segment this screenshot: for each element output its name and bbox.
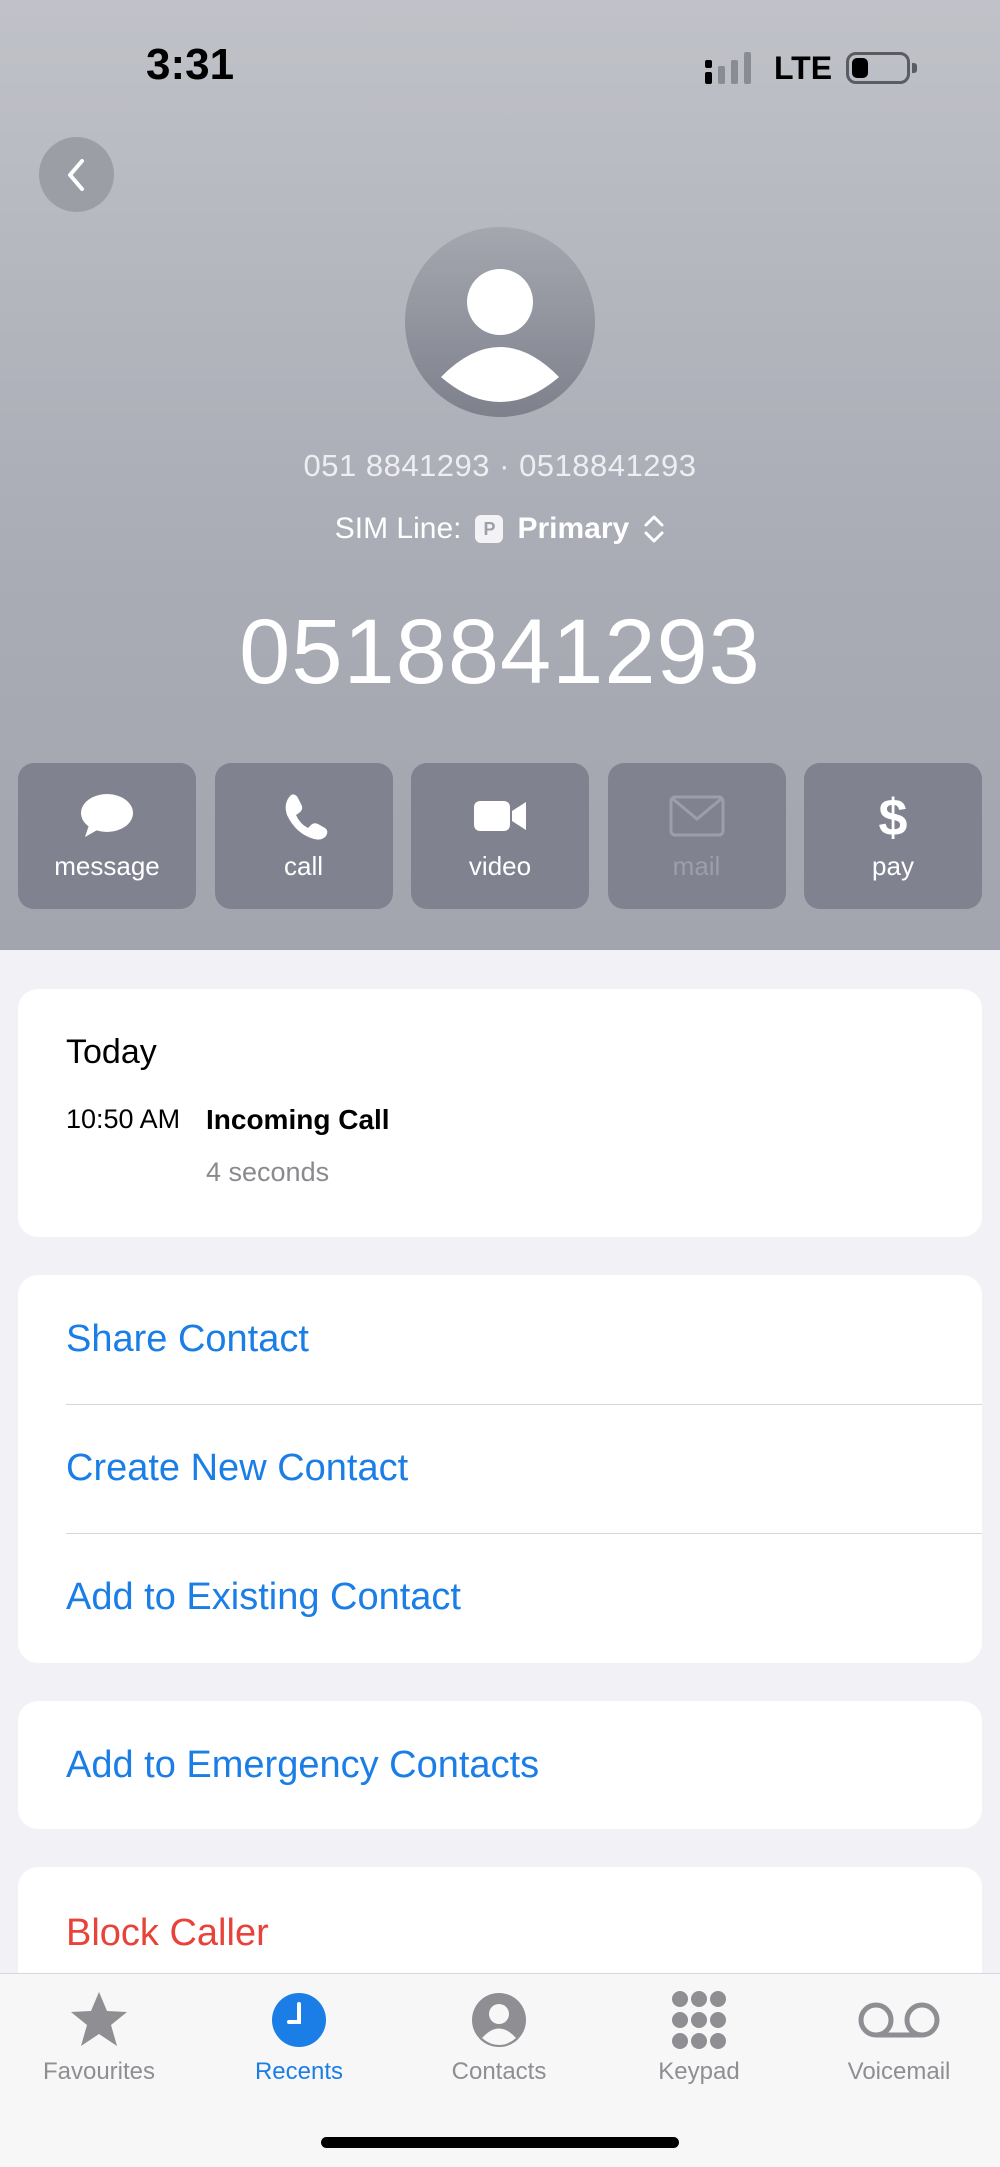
dollar-icon: $	[879, 791, 908, 841]
action-buttons: message call video mail $ pay	[18, 763, 982, 909]
chevron-updown-icon	[644, 515, 664, 543]
status-time: 3:31	[146, 40, 235, 89]
tab-favourites[interactable]: Favourites	[24, 1988, 174, 2086]
create-new-contact-button[interactable]: Create New Contact	[66, 1404, 982, 1533]
add-to-existing-contact-button[interactable]: Add to Existing Contact	[66, 1533, 982, 1662]
sim-line-label: SIM Line:	[334, 512, 462, 545]
message-label: message	[54, 850, 160, 881]
recent-day: Today	[66, 1033, 157, 1071]
mail-icon	[669, 795, 724, 836]
mail-button: mail	[607, 763, 786, 909]
chevron-left-icon	[67, 158, 84, 191]
contact-options-card: Share Contact Create New Contact Add to …	[18, 1275, 982, 1663]
clock-icon	[272, 1993, 326, 2047]
person-silhouette-icon	[441, 269, 559, 402]
tab-label: Contacts	[451, 2058, 547, 2085]
call-button[interactable]: call	[214, 763, 393, 909]
back-button[interactable]	[39, 137, 114, 212]
tab-label: Recents	[254, 2058, 344, 2085]
video-button[interactable]: video	[411, 763, 589, 909]
tab-label: Keypad	[658, 2058, 740, 2085]
share-contact-button[interactable]: Share Contact	[66, 1275, 982, 1404]
add-to-emergency-contacts-button[interactable]: Add to Emergency Contacts	[66, 1701, 982, 1830]
message-icon	[81, 793, 133, 837]
tab-recents[interactable]: Recents	[224, 1988, 374, 2086]
call-duration: 4 seconds	[206, 1157, 330, 1187]
sim-badge: P	[475, 515, 504, 543]
pay-button[interactable]: $ pay	[804, 763, 982, 909]
recent-calls-card: Today 10:50 AM Incoming Call 4 seconds	[18, 989, 982, 1237]
call-type: Incoming Call	[206, 1104, 390, 1135]
tab-contacts[interactable]: Contacts	[424, 1988, 574, 2086]
sim-line-value: Primary	[517, 512, 630, 545]
avatar	[405, 227, 595, 417]
tab-label: Favourites	[42, 2058, 156, 2085]
sim-line-selector[interactable]: SIM Line: P Primary	[0, 512, 1000, 546]
video-label: video	[468, 850, 532, 881]
home-indicator[interactable]	[321, 2137, 679, 2148]
emergency-card: Add to Emergency Contacts	[18, 1701, 982, 1829]
person-circle-icon	[472, 1993, 526, 2047]
svg-text:$: $	[879, 791, 908, 841]
call-time: 10:50 AM	[66, 1104, 181, 1134]
signal-icon	[705, 52, 751, 84]
contact-numbers: 051 8841293 · 0518841293	[303, 448, 697, 483]
phone-icon	[285, 793, 327, 840]
star-icon	[71, 1992, 127, 2046]
network-type: LTE	[774, 50, 833, 86]
video-icon	[474, 800, 526, 831]
message-button[interactable]: message	[18, 763, 196, 909]
phone-number-title: 0518841293	[239, 601, 761, 703]
mail-label: mail	[672, 850, 721, 881]
voicemail-icon	[858, 2002, 940, 2038]
tab-keypad[interactable]: Keypad	[624, 1988, 774, 2086]
tab-voicemail[interactable]: Voicemail	[824, 1988, 974, 2086]
tab-label: Voicemail	[847, 2058, 951, 2085]
battery-icon	[846, 52, 917, 84]
keypad-icon	[672, 1991, 726, 2049]
call-label: call	[283, 850, 323, 881]
pay-label: pay	[872, 850, 914, 881]
